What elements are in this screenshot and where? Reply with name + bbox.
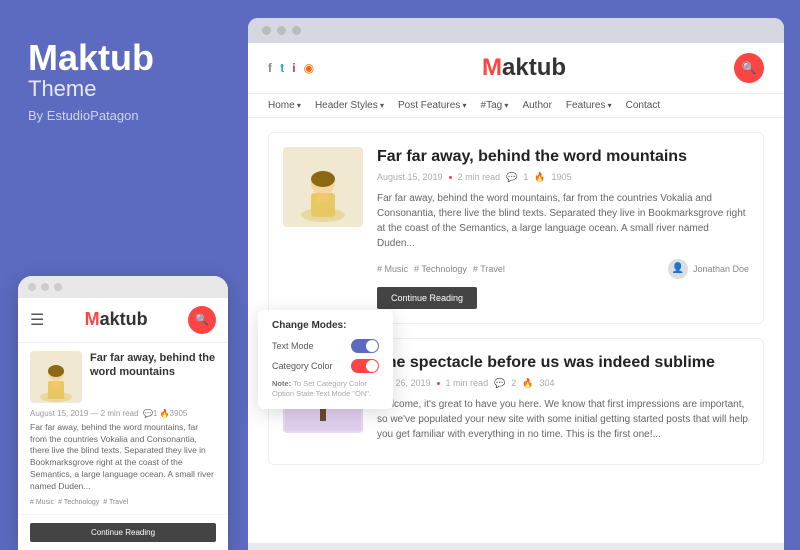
mobile-tag-tech: # Technology (58, 499, 99, 506)
post-2-dot (437, 382, 440, 385)
mobile-header: ☰ Maktub 🔍 (18, 298, 228, 343)
mobile-dot-3 (54, 283, 62, 291)
post-1-comments: 1 (523, 172, 528, 182)
social-links: 𝐟 𝐭 𝐢 ◉ (268, 61, 314, 76)
hamburger-icon[interactable]: ☰ (30, 310, 44, 330)
post-1-views: 1905 (552, 172, 572, 182)
popup-note: Note: To Set Category Color Option State… (272, 379, 379, 399)
category-color-label: Category Color (272, 361, 333, 371)
site-header: 𝐟 𝐭 𝐢 ◉ Maktub 🔍 (248, 43, 784, 94)
site-nav: Home Header Styles Post Features #Tag Au… (248, 94, 784, 118)
post-2-title: The spectacle before us was indeed subli… (377, 353, 749, 374)
post-2-excerpt: Welcome, it's great to have you here. We… (377, 397, 749, 442)
desktop-dot-2 (277, 26, 286, 35)
text-mode-row: Text Mode (272, 339, 379, 353)
mobile-post-tags: # Music # Technology # Travel (30, 499, 216, 506)
mobile-post-card: Far far away, behind the word mountains … (18, 343, 228, 515)
twitter-icon[interactable]: 𝐭 (280, 61, 284, 76)
post-1-excerpt: Far far away, behind the word mountains,… (377, 191, 749, 251)
post-1-title: Far far away, behind the word mountains (377, 147, 749, 168)
mobile-tag-music: # Music (30, 499, 54, 506)
nav-post-features[interactable]: Post Features (398, 100, 467, 111)
text-mode-toggle[interactable] (351, 339, 379, 353)
mobile-logo: Maktub (85, 309, 148, 330)
desktop-dot-3 (292, 26, 301, 35)
instagram-icon[interactable]: 𝐢 (292, 61, 295, 76)
post-2-read-time: 1 min read (446, 378, 489, 388)
category-color-row: Category Color (272, 359, 379, 373)
facebook-icon[interactable]: 𝐟 (268, 61, 272, 76)
post-1-dot (449, 176, 452, 179)
mobile-post-excerpt: Far far away, behind the word mountains,… (30, 422, 216, 493)
mobile-post-thumbnail (30, 351, 82, 403)
brand-subtitle: Theme (28, 76, 220, 102)
mobile-post-title: Far far away, behind the word mountains (90, 351, 216, 380)
comment-icon: 💬 (506, 172, 517, 183)
author-avatar: 👤 (668, 259, 688, 279)
mobile-post-meta: August 15, 2019 — 2 min read 💬1 🔥3905 (30, 409, 216, 418)
nav-author[interactable]: Author (522, 100, 551, 111)
post-1-meta: August 15, 2019 2 min read 💬 1 🔥 1905 (377, 172, 749, 183)
rss-icon[interactable]: ◉ (304, 61, 314, 76)
nav-header-styles[interactable]: Header Styles (315, 100, 384, 111)
fire-icon: 🔥 (534, 172, 545, 183)
mobile-dot-1 (28, 283, 36, 291)
post-1-thumbnail (283, 147, 363, 227)
nav-home[interactable]: Home (268, 100, 301, 111)
post-1-continue-button[interactable]: Continue Reading (377, 287, 477, 309)
post-2-comments: 2 (511, 378, 516, 388)
post-1-body: Far far away, behind the word mountains … (377, 147, 749, 309)
change-modes-popup: Change Modes: Text Mode Category Color N… (258, 310, 393, 409)
author-name: Jonathan Doe (693, 264, 749, 274)
post-1-tag-music: # Music (377, 264, 408, 274)
nav-tag[interactable]: #Tag (481, 100, 509, 111)
post-1-read-time: 2 min read (458, 172, 501, 182)
site-search-button[interactable]: 🔍 (734, 53, 764, 83)
post-2-comment-icon: 💬 (494, 378, 505, 389)
post-2-meta: July 26, 2019 1 min read 💬 2 🔥 304 (377, 378, 749, 389)
mobile-tag-travel: # Travel (103, 499, 128, 506)
site-logo: Maktub (482, 54, 566, 82)
post-card-1: Far far away, behind the word mountains … (268, 132, 764, 324)
brand-name: Maktub (28, 40, 220, 76)
nav-contact[interactable]: Contact (626, 100, 660, 111)
desktop-dot-1 (262, 26, 271, 35)
mobile-dot-2 (41, 283, 49, 291)
post-1-author: 👤 Jonathan Doe (668, 259, 749, 279)
post-1-tag-travel: # Travel (473, 264, 505, 274)
popup-title: Change Modes: (272, 320, 379, 331)
category-color-toggle[interactable] (351, 359, 379, 373)
desktop-mockup: 𝐟 𝐭 𝐢 ◉ Maktub 🔍 Home Header Styles Post… (248, 18, 784, 550)
desktop-top-bar (248, 18, 784, 43)
post-1-footer: # Music # Technology # Travel 👤 Jonathan… (377, 259, 749, 279)
mobile-top-bar (18, 276, 228, 298)
post-2-body: The spectacle before us was indeed subli… (377, 353, 749, 450)
left-panel: Maktub Theme By EstudioPatagon ☰ Maktub … (0, 0, 248, 550)
nav-features[interactable]: Features (566, 100, 612, 111)
post-2-views: 304 (540, 378, 555, 388)
mobile-mockup: ☰ Maktub 🔍 (18, 276, 228, 550)
brand-by: By EstudioPatagon (28, 108, 220, 123)
post-2-fire-icon: 🔥 (522, 378, 533, 389)
post-1-tag-tech: # Technology (414, 264, 467, 274)
mobile-search-button[interactable]: 🔍 (188, 306, 216, 334)
post-1-date: August 15, 2019 (377, 172, 443, 182)
desktop-content: 𝐟 𝐭 𝐢 ◉ Maktub 🔍 Home Header Styles Post… (248, 43, 784, 543)
post-1-tags: # Music # Technology # Travel (377, 264, 505, 274)
text-mode-label: Text Mode (272, 341, 314, 351)
mobile-continue-button[interactable]: Continue Reading (30, 523, 216, 542)
